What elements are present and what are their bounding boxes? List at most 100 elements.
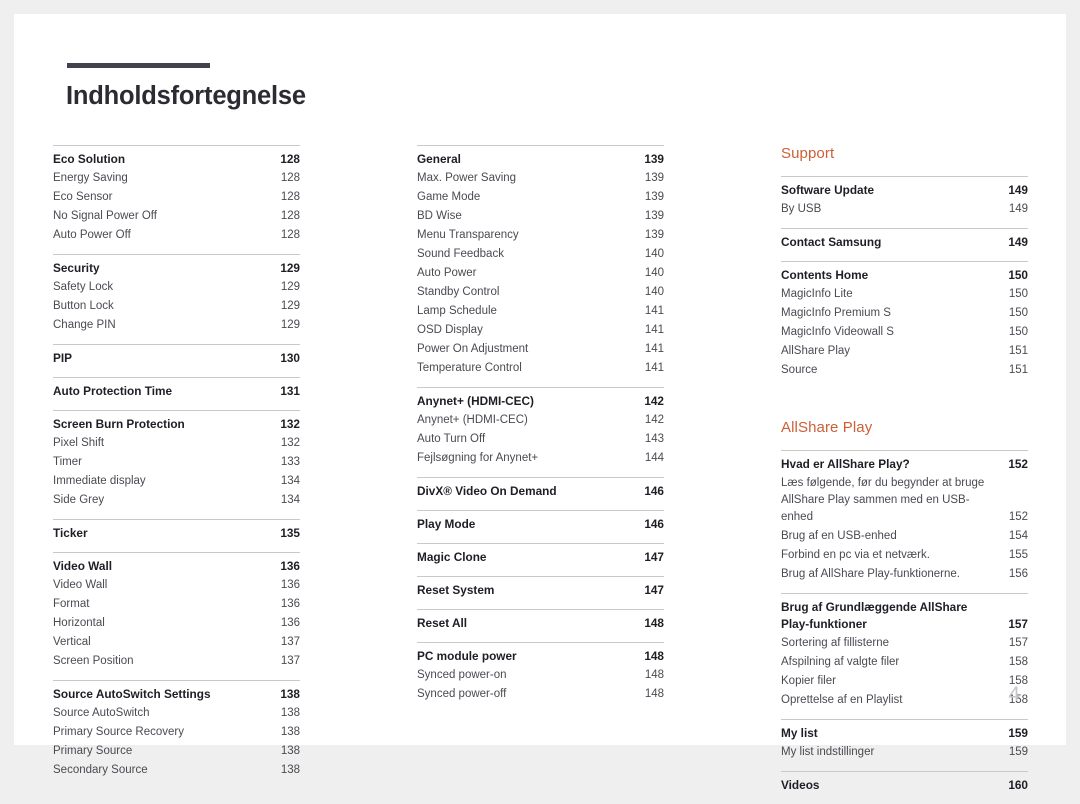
toc-section-heading[interactable]: DivX® Video On Demand 146 (417, 482, 664, 501)
toc-entry[interactable]: Immediate display 134 (53, 472, 300, 491)
toc-entry[interactable]: By USB 149 (781, 200, 1028, 219)
toc-entry[interactable]: Auto Turn Off 143 (417, 430, 664, 449)
toc-entry[interactable]: Horizontal 136 (53, 614, 300, 633)
toc-entry[interactable]: Forbind en pc via et netværk. 155 (781, 546, 1028, 565)
toc-section: Reset All 148 (417, 609, 664, 633)
toc-section-heading[interactable]: Eco Solution 128 (53, 150, 300, 169)
toc-entry[interactable]: Afspilning af valgte filer 158 (781, 653, 1028, 672)
toc-section-heading[interactable]: Auto Protection Time 131 (53, 382, 300, 401)
toc-section-heading[interactable]: Contents Home 150 (781, 266, 1028, 285)
toc-entry[interactable]: Temperature Control 141 (417, 359, 664, 378)
toc-section-heading[interactable]: Brug af Grundlæggende AllShare Play-funk… (781, 598, 1028, 634)
toc-section-heading[interactable]: Screen Burn Protection 132 (53, 415, 300, 434)
toc-section-heading-page: 146 (644, 517, 664, 531)
toc-entry-page: 128 (280, 229, 300, 241)
toc-section-heading-page: 146 (644, 484, 664, 498)
toc-section-heading[interactable]: Ticker 135 (53, 524, 300, 543)
toc-entry[interactable]: AllShare Play 151 (781, 342, 1028, 361)
toc-section-heading-label: My list (781, 726, 818, 740)
toc-entry-page: 149 (1008, 203, 1028, 215)
toc-entry[interactable]: OSD Display 141 (417, 321, 664, 340)
toc-entry-page: 138 (280, 764, 300, 776)
toc-section-heading[interactable]: PC module power 148 (417, 647, 664, 666)
toc-section-heading-label: Anynet+ (HDMI-CEC) (417, 394, 534, 408)
toc-entry[interactable]: Game Mode 139 (417, 188, 664, 207)
toc-section-heading[interactable]: Magic Clone 147 (417, 548, 664, 567)
toc-entry-page: 137 (280, 655, 300, 667)
toc-section-heading[interactable]: PIP 130 (53, 349, 300, 368)
toc-entry[interactable]: Menu Transparency 139 (417, 226, 664, 245)
toc-entry[interactable]: No Signal Power Off 128 (53, 207, 300, 226)
toc-section: Contents Home 150 MagicInfo Lite 150 MagicIn… (781, 261, 1028, 380)
toc-entry-page: 140 (644, 248, 664, 260)
toc-section-heading[interactable]: Videos 160 (781, 776, 1028, 795)
toc-section-heading[interactable]: Hvad er AllShare Play? 152 (781, 455, 1028, 474)
toc-entry-label: Lamp Schedule (417, 305, 497, 317)
toc-entry[interactable]: Standby Control 140 (417, 283, 664, 302)
toc-entry[interactable]: Source 151 (781, 361, 1028, 380)
toc-entry[interactable]: Fejlsøgning for Anynet+ 144 (417, 449, 664, 468)
toc-entry[interactable]: Eco Sensor 128 (53, 188, 300, 207)
toc-entry[interactable]: Auto Power 140 (417, 264, 664, 283)
toc-entry[interactable]: BD Wise 139 (417, 207, 664, 226)
toc-entry[interactable]: Power On Adjustment 141 (417, 340, 664, 359)
toc-entry[interactable]: Max. Power Saving 139 (417, 169, 664, 188)
toc-section-heading-page: 160 (1008, 778, 1028, 792)
toc-entry[interactable]: Brug af en USB-enhed 154 (781, 527, 1028, 546)
toc-entry[interactable]: MagicInfo Premium S 150 (781, 304, 1028, 323)
toc-section-heading-page: 131 (280, 384, 300, 398)
toc-section-heading[interactable]: Software Update 149 (781, 181, 1028, 200)
toc-section-heading[interactable]: My list 159 (781, 724, 1028, 743)
toc-entry[interactable]: MagicInfo Lite 150 (781, 285, 1028, 304)
toc-section-heading-label: General (417, 152, 461, 166)
toc-section-heading[interactable]: Source AutoSwitch Settings 138 (53, 685, 300, 704)
toc-entry[interactable]: Side Grey 134 (53, 491, 300, 510)
toc-entry[interactable]: Source AutoSwitch 138 (53, 704, 300, 723)
toc-entry-label: Menu Transparency (417, 229, 519, 241)
toc-entry[interactable]: Anynet+ (HDMI-CEC) 142 (417, 411, 664, 430)
toc-entry[interactable]: Auto Power Off 128 (53, 226, 300, 245)
toc-entry-page: 140 (644, 267, 664, 279)
toc-section-heading[interactable]: Reset System 147 (417, 581, 664, 600)
toc-section-heading-label: Magic Clone (417, 550, 487, 564)
toc-entry[interactable]: Brug af AllShare Play-funktionerne. 156 (781, 565, 1028, 584)
toc-entry-page: 151 (1008, 364, 1028, 376)
toc-section-heading[interactable]: Video Wall 136 (53, 557, 300, 576)
toc-entry[interactable]: Primary Source Recovery 138 (53, 723, 300, 742)
toc-section-heading[interactable]: General 139 (417, 150, 664, 169)
toc-entry[interactable]: Safety Lock 129 (53, 278, 300, 297)
toc-section-heading[interactable]: Anynet+ (HDMI-CEC) 142 (417, 392, 664, 411)
toc-entry[interactable]: Video Wall 136 (53, 576, 300, 595)
toc-entry-page: 139 (644, 172, 664, 184)
toc-section-heading-page: 130 (280, 351, 300, 365)
toc-entry[interactable]: Energy Saving 128 (53, 169, 300, 188)
toc-section-heading[interactable]: Contact Samsung 149 (781, 233, 1028, 252)
toc-entry[interactable]: Synced power-on 148 (417, 666, 664, 685)
toc-entry-label: Max. Power Saving (417, 172, 517, 184)
toc-entry-label: Horizontal (53, 617, 105, 629)
toc-entry[interactable]: Format 136 (53, 595, 300, 614)
toc-entry[interactable]: Timer 133 (53, 453, 300, 472)
toc-entry[interactable]: My list indstillinger 159 (781, 743, 1028, 762)
toc-entry[interactable]: Secondary Source 138 (53, 761, 300, 780)
toc-entry[interactable]: Pixel Shift 132 (53, 434, 300, 453)
toc-entry[interactable]: MagicInfo Videowall S 150 (781, 323, 1028, 342)
toc-entry[interactable]: Synced power-off 148 (417, 685, 664, 704)
toc-entry[interactable]: Button Lock 129 (53, 297, 300, 316)
toc-entry[interactable]: Kopier filer 158 (781, 672, 1028, 691)
toc-section: Auto Protection Time 131 (53, 377, 300, 401)
toc-entry[interactable]: Vertical 137 (53, 633, 300, 652)
toc-section-heading[interactable]: Play Mode 146 (417, 515, 664, 534)
toc-entry[interactable]: Oprettelse af en Playlist 158 (781, 691, 1028, 710)
toc-entry-page: 132 (280, 437, 300, 449)
toc-entry[interactable]: Lamp Schedule 141 (417, 302, 664, 321)
toc-section-heading[interactable]: Reset All 148 (417, 614, 664, 633)
toc-entry[interactable]: Sound Feedback 140 (417, 245, 664, 264)
toc-entry[interactable]: Change PIN 129 (53, 316, 300, 335)
toc-entry[interactable]: Screen Position 137 (53, 652, 300, 671)
toc-section-heading-page: 128 (280, 152, 300, 166)
toc-section-heading[interactable]: Security 129 (53, 259, 300, 278)
toc-entry[interactable]: Primary Source 138 (53, 742, 300, 761)
toc-entry[interactable]: Læs følgende, før du begynder at bruge A… (781, 474, 1028, 527)
toc-entry[interactable]: Sortering af fillisterne 157 (781, 634, 1028, 653)
